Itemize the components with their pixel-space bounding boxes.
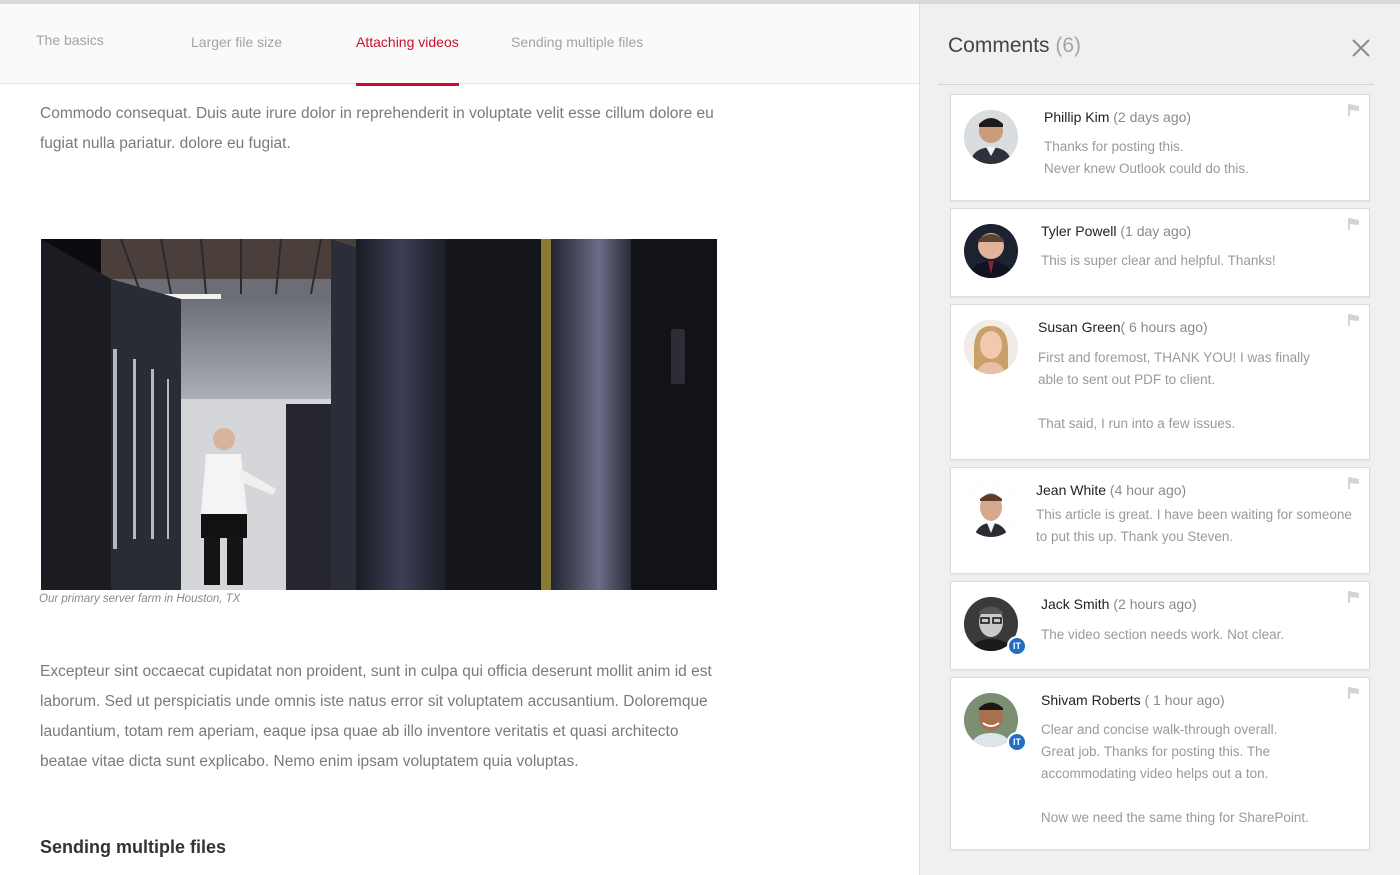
flag-icon[interactable]	[1347, 686, 1361, 700]
avatar[interactable]	[964, 110, 1018, 164]
article-paragraph: Excepteur sint occaecat cupidatat non pr…	[40, 663, 712, 770]
comments-count: (6)	[1055, 34, 1082, 57]
comment-line: accommodating video helps out a ton.	[1041, 766, 1269, 781]
comment-line: to put this up. Thank you Steven.	[1036, 529, 1234, 544]
comment-author: Phillip Kim (2 days ago)	[1044, 109, 1191, 125]
comment-line: That said, I run into a few issues.	[1038, 416, 1236, 431]
comments-panel: Comments (6) Phillip Kim (2 days ago) Th…	[919, 4, 1400, 875]
comment-body: Thanks for posting this. Never knew Outl…	[1044, 136, 1374, 180]
comment-line: This is super clear and helpful. Thanks!	[1041, 253, 1276, 268]
comment-author: Jack Smith (2 hours ago)	[1041, 596, 1197, 612]
comment-author: Tyler Powell (1 day ago)	[1041, 223, 1191, 239]
article-paragraph: Commodo consequat. Duis aute irure dolor…	[40, 105, 714, 152]
comment-card: Tyler Powell (1 day ago) This is super c…	[950, 208, 1370, 297]
section-tabs: The basics Larger file size Attaching vi…	[0, 4, 919, 86]
avatar[interactable]	[964, 320, 1018, 374]
comment-line: First and foremost, THANK YOU! I was fin…	[1038, 350, 1310, 365]
comment-line: This article is great. I have been waiti…	[1036, 507, 1352, 522]
comment-body: Clear and concise walk-through overall. …	[1041, 719, 1371, 829]
author-name[interactable]: Shivam Roberts	[1041, 692, 1141, 708]
flag-icon[interactable]	[1347, 590, 1361, 604]
comment-body: This article is great. I have been waiti…	[1036, 504, 1366, 548]
comment-line	[1038, 391, 1368, 413]
comments-title: Comments (6)	[948, 34, 1081, 58]
author-name[interactable]: Tyler Powell	[1041, 223, 1116, 239]
comment-line: Never knew Outlook could do this.	[1044, 161, 1249, 176]
tab-larger-file-size[interactable]: Larger file size	[191, 34, 282, 86]
comment-line: able to sent out PDF to client.	[1038, 372, 1216, 387]
comment-line: The video section needs work. Not clear.	[1041, 627, 1285, 642]
comment-card: IT Jack Smith (2 hours ago) The video se…	[950, 581, 1370, 670]
flag-icon[interactable]	[1347, 217, 1361, 231]
comment-body: This is super clear and helpful. Thanks!	[1041, 250, 1371, 272]
comment-line: Clear and concise walk-through overall.	[1041, 722, 1278, 737]
author-name[interactable]: Jack Smith	[1041, 596, 1109, 612]
close-icon[interactable]	[1350, 37, 1372, 59]
avatar[interactable]	[964, 224, 1018, 278]
comment-line	[1041, 785, 1371, 807]
comment-card: Phillip Kim (2 days ago) Thanks for post…	[950, 94, 1370, 201]
divider	[938, 84, 1374, 85]
it-badge: IT	[1007, 636, 1027, 656]
avatar[interactable]	[964, 483, 1018, 537]
comment-author: Shivam Roberts ( 1 hour ago)	[1041, 692, 1225, 708]
flag-icon[interactable]	[1347, 313, 1361, 327]
it-badge: IT	[1007, 732, 1027, 752]
tab-the-basics[interactable]: The basics	[36, 32, 104, 84]
author-name[interactable]: Phillip Kim	[1044, 109, 1109, 125]
comment-author: Susan Green( 6 hours ago)	[1038, 319, 1208, 335]
author-name[interactable]: Jean White	[1036, 482, 1106, 498]
flag-icon[interactable]	[1347, 476, 1361, 490]
flag-icon[interactable]	[1347, 103, 1361, 117]
section-heading: Sending multiple files	[40, 837, 227, 857]
comments-title-text: Comments	[948, 34, 1050, 57]
image-caption: Our primary server farm in Houston, TX	[39, 593, 241, 605]
author-name[interactable]: Susan Green	[1038, 319, 1121, 335]
comment-time: ( 6 hours ago)	[1120, 319, 1208, 335]
comment-line: Now we need the same thing for SharePoin…	[1041, 810, 1309, 825]
tab-sending-multiple-files[interactable]: Sending multiple files	[511, 34, 643, 86]
comment-author: Jean White (4 hour ago)	[1036, 482, 1186, 498]
comment-time: ( 1 hour ago)	[1140, 692, 1225, 708]
comment-card: Jean White (4 hour ago) This article is …	[950, 467, 1370, 574]
comment-body: First and foremost, THANK YOU! I was fin…	[1038, 347, 1368, 435]
comment-time: (4 hour ago)	[1106, 482, 1187, 498]
comment-body: The video section needs work. Not clear.	[1041, 624, 1371, 646]
server-farm-image	[41, 239, 717, 590]
comment-card: IT Shivam Roberts ( 1 hour ago) Clear an…	[950, 677, 1370, 850]
comment-time: (2 days ago)	[1109, 109, 1192, 125]
comment-card: Susan Green( 6 hours ago) First and fore…	[950, 304, 1370, 460]
tab-attaching-videos[interactable]: Attaching videos	[356, 34, 459, 86]
article-pane: The basics Larger file size Attaching vi…	[0, 4, 919, 875]
comment-line: Thanks for posting this.	[1044, 139, 1184, 154]
comment-time: (1 day ago)	[1116, 223, 1192, 239]
comment-time: (2 hours ago)	[1109, 596, 1197, 612]
comment-line: Great job. Thanks for posting this. The	[1041, 744, 1271, 759]
